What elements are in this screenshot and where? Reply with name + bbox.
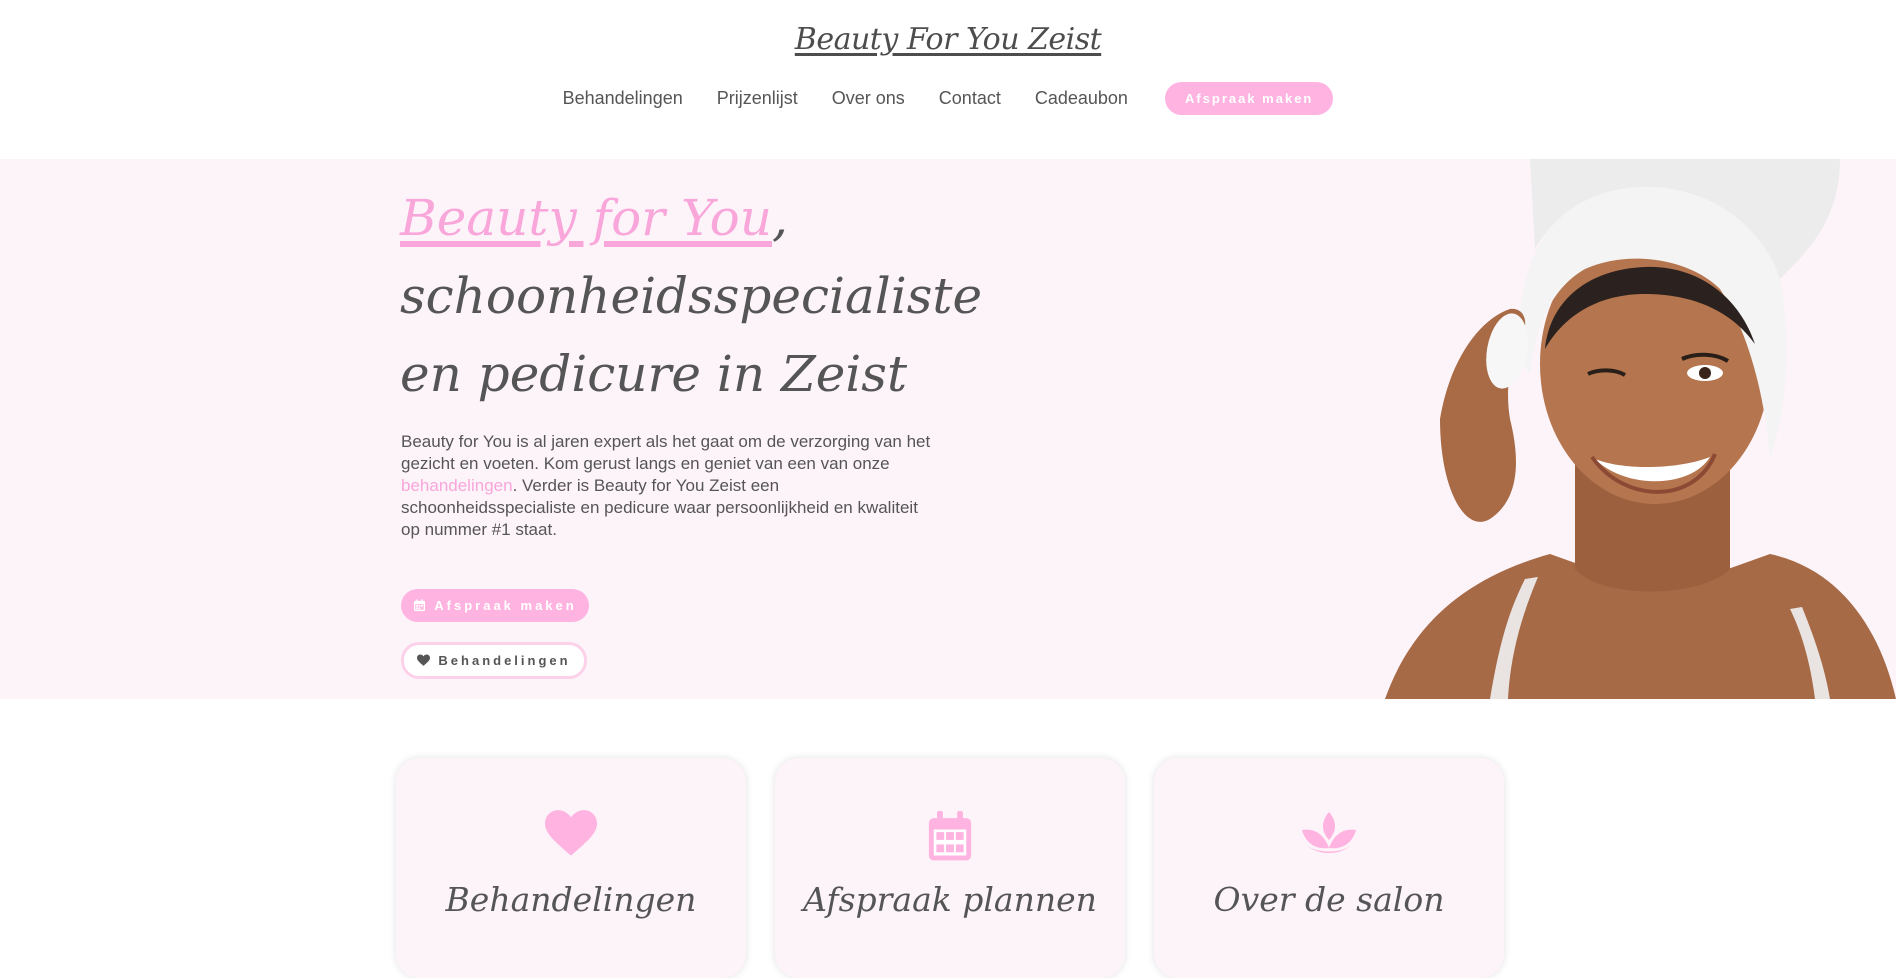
hero-title-comma: , <box>771 189 788 247</box>
card-icon-wrap <box>775 810 1125 862</box>
card-title: Over de salon <box>1213 880 1445 919</box>
card-over-de-salon[interactable]: Over de salon <box>1154 758 1504 978</box>
hero-title-rest: schoonheidsspecialiste en pedicure in Ze… <box>400 267 983 403</box>
treatments-button[interactable]: Behandelingen <box>401 642 587 679</box>
nav-over-ons[interactable]: Over ons <box>832 88 905 109</box>
heart-icon <box>417 654 431 666</box>
card-behandelingen[interactable]: Behandelingen <box>396 758 746 978</box>
feature-cards: Behandelingen Afspraak plannen Over de s… <box>396 758 1504 978</box>
heart-icon <box>545 810 597 856</box>
nav-behandelingen[interactable]: Behandelingen <box>563 88 683 109</box>
calendar-icon <box>414 599 426 612</box>
nav-prijzenlijst[interactable]: Prijzenlijst <box>717 88 798 109</box>
nav-contact[interactable]: Contact <box>939 88 1001 109</box>
nav-appointment-button[interactable]: Afspraak maken <box>1164 82 1334 115</box>
card-icon-wrap <box>396 810 746 858</box>
treatments-link[interactable]: behandelingen <box>401 476 513 495</box>
hero-title-highlight: Beauty for You <box>400 189 772 247</box>
site-logo[interactable]: Beauty For You Zeist <box>0 22 1896 57</box>
card-title: Behandelingen <box>445 880 697 919</box>
nav-cadeaubon[interactable]: Cadeaubon <box>1035 88 1128 109</box>
calendar-icon <box>928 810 972 861</box>
hero-section: Beauty for You, schoonheidsspecialiste e… <box>0 159 1896 699</box>
card-title: Afspraak plannen <box>803 880 1097 919</box>
hero-title: Beauty for You, schoonheidsspecialiste e… <box>400 179 1040 413</box>
treatments-button-label: Behandelingen <box>438 653 571 668</box>
lotus-icon <box>1302 812 1356 853</box>
card-afspraak[interactable]: Afspraak plannen <box>775 758 1125 978</box>
appointment-button[interactable]: Afspraak maken <box>401 589 589 622</box>
appointment-button-label: Afspraak maken <box>434 598 577 613</box>
main-nav: Behandelingen Prijzenlijst Over ons Cont… <box>0 82 1896 115</box>
hero-image <box>1385 159 1896 699</box>
hero-text-part1: Beauty for You is al jaren expert als he… <box>401 432 931 473</box>
hero-description: Beauty for You is al jaren expert als he… <box>401 431 941 541</box>
card-icon-wrap <box>1154 810 1504 858</box>
